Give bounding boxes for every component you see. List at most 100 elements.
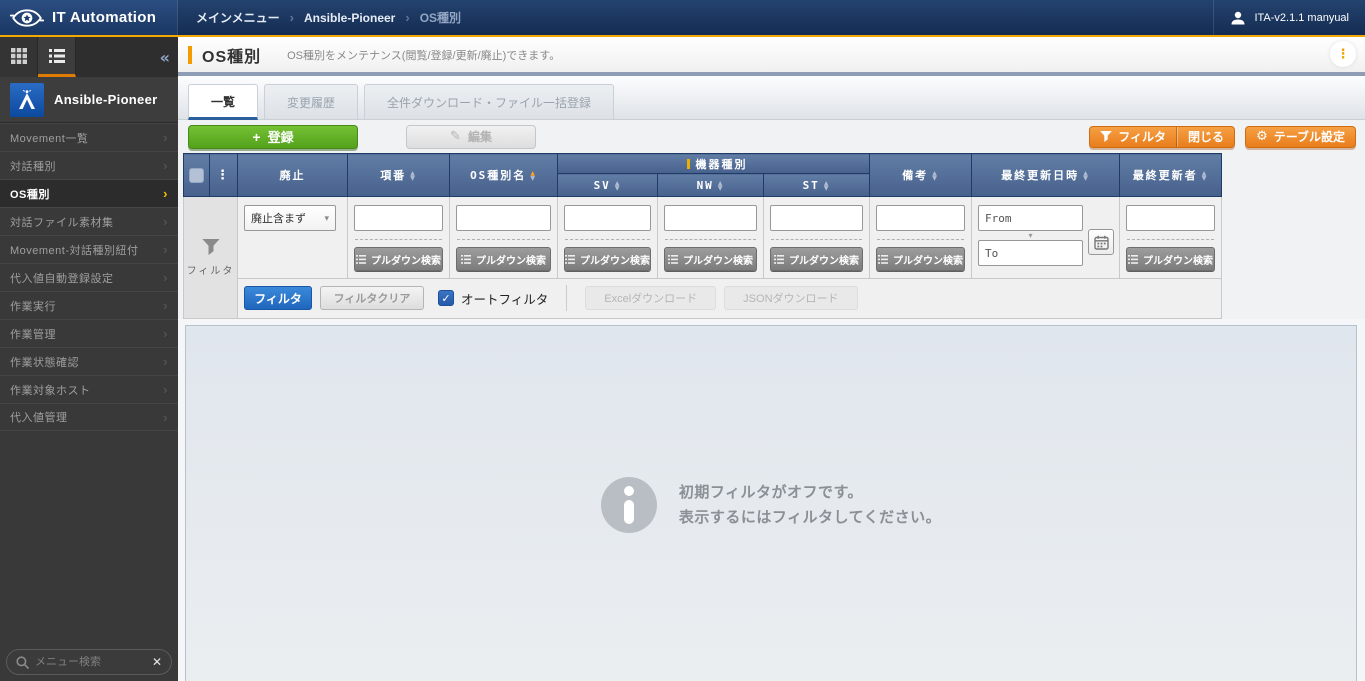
sidebar-item-dialog-type[interactable]: 対話種別›: [0, 151, 178, 179]
column-header-st[interactable]: ST▲▼: [764, 174, 870, 197]
column-header-last-updated[interactable]: 最終更新日時▲▼: [972, 154, 1120, 197]
user-icon: [1230, 10, 1246, 26]
page-menu-button[interactable]: ⋮: [1330, 41, 1356, 67]
chevron-right-icon: ›: [163, 242, 168, 257]
column-header-index[interactable]: 項番▲▼: [348, 154, 450, 197]
pulldown-search-button[interactable]: プルダウン検索: [354, 247, 443, 271]
sidebar-item-substitution-management[interactable]: 代入値管理›: [0, 403, 178, 431]
filter-input-date-from[interactable]: [978, 205, 1083, 231]
column-header-sv[interactable]: SV▲▼: [558, 174, 658, 197]
filter-input-sv[interactable]: [564, 205, 651, 231]
tab-list[interactable]: 一覧: [188, 84, 258, 120]
column-header-note[interactable]: 備考▲▼: [870, 154, 972, 197]
menu-group-header: Ansible-Pioneer: [0, 77, 178, 123]
filter-input-date-to[interactable]: [978, 240, 1083, 266]
menu-search-box: ✕: [6, 649, 172, 675]
list-icon: [49, 49, 65, 63]
sidebar-item-operation-management[interactable]: 作業管理›: [0, 319, 178, 347]
sort-icon[interactable]: ▲▼: [932, 171, 939, 181]
pulldown-search-button[interactable]: プルダウン検索: [456, 247, 551, 271]
page-description: OS種別をメンテナンス(閲覧/登録/更新/廃止)できます。: [287, 47, 560, 63]
filter-input-updated-by[interactable]: [1126, 205, 1215, 231]
edit-button[interactable]: ✎ 編集: [406, 125, 536, 149]
sidebar-item-dialog-file-collection[interactable]: 対話ファイル素材集›: [0, 207, 178, 235]
sidebar-tab-list-view[interactable]: [38, 37, 76, 77]
sidebar-tab-grid-view[interactable]: [0, 37, 38, 77]
sidebar-item-substitution-auto-registration[interactable]: 代入値自動登録設定›: [0, 263, 178, 291]
sort-icon[interactable]: ▲▼: [1083, 171, 1090, 181]
filter-cell-note: プルダウン検索: [870, 197, 972, 279]
filter-close-button[interactable]: 閉じる: [1178, 127, 1234, 147]
autofilter-checkbox[interactable]: ✓: [438, 290, 454, 306]
filter-apply-button[interactable]: フィルタ: [244, 286, 312, 310]
breadcrumb: メインメニュー › Ansible-Pioneer › OS種別: [196, 0, 461, 35]
filter-toggle-button-group: フィルタ 閉じる: [1089, 126, 1235, 148]
chevron-right-icon: ›: [163, 270, 168, 285]
table-work-area: + 登録 ✎ 編集 フィルタ: [178, 120, 1365, 319]
list-icon: [878, 255, 888, 264]
sort-icon[interactable]: ▲▼: [718, 181, 725, 191]
filter-open-button[interactable]: フィルタ: [1090, 127, 1176, 147]
column-header-os-type-name[interactable]: OS種別名▲▼: [450, 154, 558, 197]
column-group-device-type: 機器種別: [558, 154, 870, 174]
json-download-button[interactable]: JSONダウンロード: [724, 286, 857, 310]
sidebar-item-movement-list[interactable]: Movement一覧›: [0, 123, 178, 151]
select-all-header: [184, 154, 210, 197]
kebab-icon[interactable]: ⋮: [216, 168, 231, 183]
pulldown-search-button[interactable]: プルダウン検索: [664, 247, 757, 271]
sort-icon[interactable]: ▲▼: [824, 181, 831, 191]
tab-bulk-download-upload[interactable]: 全件ダウンロード・ファイル一括登録: [364, 84, 614, 120]
excel-download-button[interactable]: Excelダウンロード: [585, 286, 716, 310]
row-menu-header: ⋮: [210, 154, 238, 197]
filter-section-label: フィルタ: [184, 197, 238, 319]
filter-input-nw[interactable]: [664, 205, 757, 231]
sidebar-item-movement-dialog-link[interactable]: Movement-対話種別紐付›: [0, 235, 178, 263]
sidebar-item-os-type[interactable]: OS種別›: [0, 179, 178, 207]
list-icon: [774, 255, 784, 264]
table-settings-button[interactable]: ⚙ テーブル設定: [1245, 126, 1356, 148]
sidebar-collapse-button[interactable]: «: [160, 37, 170, 77]
column-header-updated-by[interactable]: 最終更新者▲▼: [1120, 154, 1222, 197]
breadcrumb-os-type: OS種別: [420, 9, 461, 26]
tab-change-history[interactable]: 変更履歴: [264, 84, 358, 120]
sidebar-item-operation-status-check[interactable]: 作業状態確認›: [0, 347, 178, 375]
column-header-discard[interactable]: 廃止: [238, 154, 348, 197]
pulldown-search-button[interactable]: プルダウン検索: [564, 247, 651, 271]
discard-filter-select[interactable]: 廃止含まず ▾: [244, 205, 336, 231]
sort-icon-active[interactable]: ▲▼: [530, 171, 537, 181]
funnel-icon: [1100, 131, 1112, 142]
dashed-divider: [565, 239, 650, 240]
record-toolbar: + 登録 ✎ 編集 フィルタ: [178, 120, 1365, 153]
register-button[interactable]: + 登録: [188, 125, 358, 149]
ansible-pioneer-logo-icon: [10, 83, 44, 117]
pulldown-search-button[interactable]: プルダウン検索: [876, 247, 965, 271]
sort-icon[interactable]: ▲▼: [615, 181, 622, 191]
breadcrumb-ansible-pioneer[interactable]: Ansible-Pioneer: [304, 11, 395, 25]
sidebar-item-target-host[interactable]: 作業対象ホスト›: [0, 375, 178, 403]
info-icon: [601, 477, 657, 533]
calendar-button[interactable]: [1088, 229, 1114, 255]
filter-clear-button[interactable]: フィルタクリア: [320, 286, 424, 310]
user-label: ITA-v2.1.1 manyual: [1254, 12, 1349, 24]
column-header-nw[interactable]: NW▲▼: [658, 174, 764, 197]
filter-input-os-type-name[interactable]: [456, 205, 551, 231]
filter-input-st[interactable]: [770, 205, 863, 231]
app-logo[interactable]: IT Automation: [0, 0, 178, 35]
menu-search-input[interactable]: [35, 656, 146, 668]
list-icon: [461, 255, 471, 264]
pulldown-search-button[interactable]: プルダウン検索: [770, 247, 863, 271]
sidebar-menu: Movement一覧› 対話種別› OS種別› 対話ファイル素材集› Movem…: [0, 123, 178, 431]
filter-input-index[interactable]: [354, 205, 443, 231]
clear-search-icon[interactable]: ✕: [152, 655, 162, 669]
user-menu[interactable]: ITA-v2.1.1 manyual: [1213, 0, 1365, 35]
chevron-right-icon: ›: [163, 214, 168, 229]
breadcrumb-main-menu[interactable]: メインメニュー: [196, 9, 280, 26]
sidebar-item-operation-execute[interactable]: 作業実行›: [0, 291, 178, 319]
sort-icon[interactable]: ▲▼: [1202, 171, 1209, 181]
filter-input-note[interactable]: [876, 205, 965, 231]
select-all-checkbox[interactable]: [189, 168, 204, 183]
pulldown-search-button[interactable]: プルダウン検索: [1126, 247, 1215, 271]
sort-icon[interactable]: ▲▼: [410, 171, 417, 181]
page-title: OS種別: [202, 43, 261, 67]
chevron-right-icon: ›: [163, 382, 168, 397]
